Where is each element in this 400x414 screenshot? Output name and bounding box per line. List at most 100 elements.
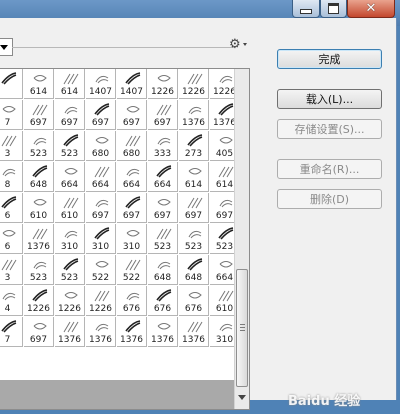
brush-preset-cell[interactable]: 1226 <box>179 69 209 99</box>
brush-preset-cell[interactable]: 333 <box>148 131 178 161</box>
brush-preset-cell[interactable]: 697 <box>55 100 85 130</box>
scroll-down-icon[interactable] <box>238 395 246 400</box>
brush-preset-cell[interactable]: 522 <box>86 255 116 285</box>
brush-preset-cell[interactable]: 310 <box>117 224 147 254</box>
brush-preset-cell[interactable]: 523 <box>24 255 54 285</box>
brush-thumbnail-icon <box>95 323 109 332</box>
brush-preset-cell[interactable]: 1376 <box>55 317 85 347</box>
brush-preset-cell[interactable]: 664 <box>148 162 178 192</box>
brush-preset-cell[interactable]: 680 <box>86 131 116 161</box>
brush-size-label: 610 <box>29 211 48 221</box>
brush-preset-cell[interactable]: 1376 <box>117 317 147 347</box>
brush-preset-cell[interactable]: 523 <box>179 224 209 254</box>
brush-thumbnail-icon <box>126 230 140 237</box>
brush-thumbnail-icon <box>125 259 141 271</box>
brush-preset-cell[interactable]: 523 <box>24 131 54 161</box>
brush-preset-cell[interactable]: 1407 <box>86 69 116 99</box>
brush-size-label: 310 <box>60 242 79 252</box>
brush-preset-cell[interactable]: 680 <box>117 131 147 161</box>
brush-preset-cell[interactable]: 3 <box>0 255 23 285</box>
save-set-button[interactable]: 存储设置(S)... <box>277 119 382 139</box>
brush-preset-cell[interactable]: 664 <box>55 162 85 192</box>
brush-size-label: 1376 <box>27 242 50 252</box>
brush-preset-cell[interactable]: 1226 <box>24 286 54 316</box>
brush-preset-cell[interactable]: 697 <box>24 100 54 130</box>
brush-thumbnail-icon <box>1 320 17 333</box>
brush-preset-cell[interactable]: 1376 <box>179 317 209 347</box>
brush-preset-cell[interactable]: 6 <box>0 193 23 223</box>
brush-preset-cell[interactable]: 648 <box>148 255 178 285</box>
brush-preset-cell[interactable]: 648 <box>179 255 209 285</box>
vertical-scrollbar[interactable] <box>234 69 249 409</box>
brush-preset-cell[interactable]: 1376 <box>86 317 116 347</box>
done-button[interactable]: 完成 <box>277 49 382 69</box>
brush-preset-cell[interactable]: 310 <box>55 224 85 254</box>
brush-thumbnail-icon <box>126 106 140 113</box>
brush-thumbnail-icon <box>2 292 16 301</box>
brush-preset-cell[interactable]: 523 <box>148 224 178 254</box>
brush-size-label: 680 <box>122 149 141 159</box>
delete-button[interactable]: 删除(D) <box>277 189 382 209</box>
brush-preset-cell[interactable]: 1226 <box>148 69 178 99</box>
brush-preset-cell[interactable]: 6 <box>0 224 23 254</box>
brush-preset-cell[interactable]: 7 <box>0 100 23 130</box>
brush-preset-cell[interactable]: 8 <box>0 162 23 192</box>
brush-preset-cell[interactable]: 1226 <box>55 286 85 316</box>
brush-preset-cell[interactable]: 614 <box>55 69 85 99</box>
brush-preset-cell[interactable]: 7 <box>0 317 23 347</box>
brush-preset-cell[interactable]: 697 <box>148 100 178 130</box>
brush-preset-cell[interactable]: 648 <box>24 162 54 192</box>
brush-preset-cell[interactable]: 310 <box>86 224 116 254</box>
brush-thumbnail-icon <box>33 323 47 330</box>
brush-preset-cell[interactable]: 1226 <box>86 286 116 316</box>
brush-preset-cell[interactable]: 697 <box>148 193 178 223</box>
close-icon: ✕ <box>365 1 377 16</box>
brush-preset-cell[interactable]: 3 <box>0 131 23 161</box>
brush-preset-cell[interactable]: 664 <box>117 162 147 192</box>
brush-preset-cell[interactable]: 1376 <box>179 100 209 130</box>
brush-preset-cell[interactable]: 610 <box>24 193 54 223</box>
brush-preset-cell[interactable]: 676 <box>179 286 209 316</box>
brush-preset-cell[interactable]: 273 <box>179 131 209 161</box>
brush-preset-cell[interactable]: 697 <box>86 100 116 130</box>
brush-size-label: 522 <box>122 273 141 283</box>
brush-preset-cell[interactable]: 664 <box>86 162 116 192</box>
brush-thumbnail-icon <box>94 227 110 240</box>
brush-preset-cell[interactable]: 522 <box>117 255 147 285</box>
brush-thumbnail-icon <box>157 323 171 330</box>
brush-preset-cell[interactable]: 697 <box>117 193 147 223</box>
brush-preset-cell[interactable]: 697 <box>24 317 54 347</box>
brush-size-label: 3 <box>4 149 11 159</box>
brush-preset-cell[interactable]: 1376 <box>24 224 54 254</box>
brush-preset-cell[interactable]: 676 <box>148 286 178 316</box>
brush-preset-cell[interactable]: 1376 <box>148 317 178 347</box>
brush-size-label: 523 <box>60 273 79 283</box>
gear-menu-button[interactable]: ⚙ <box>229 37 249 53</box>
brush-preset-cell[interactable]: 614 <box>24 69 54 99</box>
brush-size-label: 610 <box>60 211 79 221</box>
close-button[interactable]: ✕ <box>347 0 395 18</box>
minimize-button[interactable] <box>292 0 320 18</box>
brush-preset-cell[interactable]: 523 <box>55 131 85 161</box>
rename-button[interactable]: 重命名(R)... <box>277 159 382 179</box>
brush-preset-cell[interactable]: 676 <box>117 286 147 316</box>
brush-preset-cell[interactable] <box>0 69 23 99</box>
maximize-button[interactable] <box>320 0 347 18</box>
brush-preset-cell[interactable]: 697 <box>117 100 147 130</box>
brush-preset-cell[interactable]: 697 <box>179 193 209 223</box>
load-button[interactable]: 载入(L)... <box>277 89 382 109</box>
brush-preset-list[interactable]: 614 614 1407 1407 1226 1226 1226 7 697 697 697 697 6… <box>0 68 250 410</box>
brush-thumbnail-icon <box>94 290 110 302</box>
scrollbar-thumb[interactable] <box>236 269 248 387</box>
brush-size-label: 676 <box>184 304 203 314</box>
brush-preset-cell[interactable]: 1407 <box>117 69 147 99</box>
brush-preset-cell[interactable]: 614 <box>179 162 209 192</box>
brush-preset-cell[interactable]: 4 <box>0 286 23 316</box>
brush-size-label: 1376 <box>58 335 81 345</box>
brush-size-label: 6 <box>4 242 11 252</box>
chevron-down-icon <box>0 45 8 50</box>
brush-preset-cell[interactable]: 697 <box>86 193 116 223</box>
brush-size-label: 1226 <box>27 304 50 314</box>
brush-preset-cell[interactable]: 610 <box>55 193 85 223</box>
brush-preset-cell[interactable]: 523 <box>55 255 85 285</box>
